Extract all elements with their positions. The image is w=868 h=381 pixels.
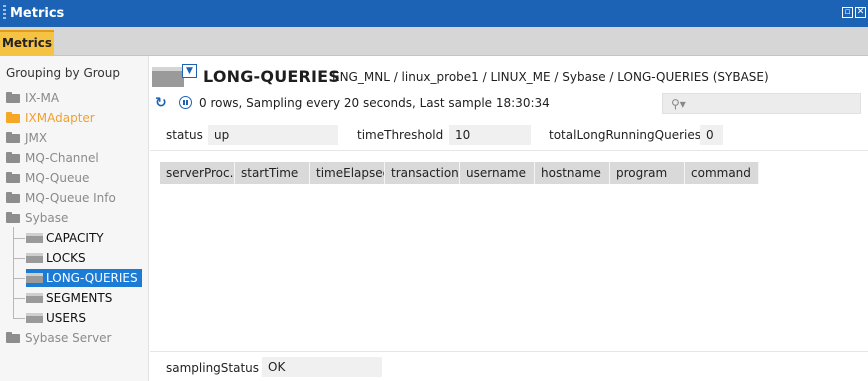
- tree-connector: [13, 258, 25, 259]
- sidebar-item-label: SEGMENTS: [46, 291, 113, 305]
- folder-icon: [6, 152, 20, 163]
- restore-icon[interactable]: ▫: [842, 7, 853, 18]
- sidebar-item-sybase-server[interactable]: Sybase Server: [6, 329, 112, 347]
- sidebar-item-label: USERS: [46, 311, 86, 325]
- sampling-status-line: 0 rows, Sampling every 20 seconds, Last …: [199, 96, 550, 110]
- divider: [150, 351, 868, 352]
- tree-connector: [13, 318, 25, 319]
- filter-icon[interactable]: ▼: [182, 64, 197, 78]
- sidebar-item-label: IX-MA: [25, 91, 60, 105]
- total-long-running-queries-value: 0: [700, 125, 723, 145]
- pause-icon[interactable]: [179, 96, 192, 109]
- search-input[interactable]: ⚲▾: [662, 93, 861, 114]
- divider: [150, 150, 868, 151]
- folder-icon: [6, 132, 20, 143]
- folder-icon: [6, 212, 20, 223]
- tree-connector: [13, 238, 25, 239]
- sidebar-item-locks[interactable]: LOCKS: [26, 249, 86, 267]
- folder-icon: [6, 332, 20, 343]
- tree-connector: [13, 278, 25, 279]
- sidebar-heading: Grouping by Group: [6, 66, 120, 80]
- sidebar-item-label: JMX: [25, 131, 48, 145]
- sidebar-item-capacity[interactable]: CAPACITY: [26, 229, 104, 247]
- sidebar-item-ix-ma[interactable]: IX-MA: [6, 89, 59, 107]
- window-title: Metrics: [10, 6, 65, 21]
- folder-icon: [6, 92, 20, 103]
- sidebar-item-label: MQ-Queue: [25, 171, 90, 185]
- breadcrumb: ENG_MNL / linux_probe1 / LINUX_ME / Syba…: [332, 70, 769, 84]
- metric-icon: [26, 273, 43, 283]
- tab-metrics[interactable]: Metrics: [0, 30, 54, 55]
- folder-icon: [6, 172, 20, 183]
- sidebar-item-ixmadapter[interactable]: IXMAdapter: [6, 109, 95, 127]
- metric-icon: [152, 67, 184, 87]
- time-threshold-value: 10: [449, 125, 531, 145]
- tree-connector: [13, 227, 14, 319]
- sidebar-item-segments[interactable]: SEGMENTS: [26, 289, 112, 307]
- folder-icon: [6, 112, 20, 123]
- sidebar-item-label: IXMAdapter: [25, 111, 95, 125]
- metric-icon: [26, 253, 43, 263]
- sidebar-item-label: LOCKS: [46, 251, 86, 265]
- metric-icon: [26, 233, 43, 243]
- status-value: up: [208, 125, 338, 145]
- sidebar-item-label: Sybase: [25, 211, 69, 225]
- column-header-program[interactable]: program: [610, 162, 685, 184]
- search-icon: ⚲▾: [671, 97, 686, 111]
- folder-icon: [6, 192, 20, 203]
- column-header-starttime[interactable]: startTime: [235, 162, 310, 184]
- metric-icon: [26, 293, 43, 303]
- sidebar-item-users[interactable]: USERS: [26, 309, 86, 327]
- sidebar-item-long-queries[interactable]: LONG-QUERIES: [26, 269, 142, 287]
- column-header-username[interactable]: username: [460, 162, 535, 184]
- drag-grip-icon[interactable]: [3, 5, 6, 21]
- sidebar-item-mq-channel[interactable]: MQ-Channel: [6, 149, 99, 167]
- sidebar-item-label: LONG-QUERIES: [46, 271, 138, 285]
- window-titlebar: Metrics ▫ ✕: [0, 0, 868, 27]
- sampling-status-value: OK: [262, 357, 382, 377]
- total-long-running-queries-label: totalLongRunningQueries: [549, 128, 701, 142]
- column-header-transaction[interactable]: transaction: [385, 162, 460, 184]
- refresh-icon[interactable]: ↻: [155, 95, 167, 111]
- page-title: LONG-QUERIES: [203, 67, 341, 86]
- sidebar-item-label: MQ-Channel: [25, 151, 99, 165]
- sidebar-item-mq-queue-info[interactable]: MQ-Queue Info: [6, 189, 116, 207]
- status-label: status: [166, 128, 203, 142]
- sampling-status-label: samplingStatus: [166, 361, 260, 375]
- sidebar-item-sybase[interactable]: Sybase: [6, 209, 68, 227]
- tree-connector: [13, 298, 25, 299]
- sidebar-item-label: Sybase Server: [25, 331, 112, 345]
- column-header-serverproc[interactable]: serverProc...: [160, 162, 235, 184]
- tab-bar: Metrics: [0, 27, 868, 56]
- sidebar-item-jmx[interactable]: JMX: [6, 129, 47, 147]
- close-icon[interactable]: ✕: [855, 7, 866, 18]
- column-header-command[interactable]: command: [685, 162, 759, 184]
- sidebar-item-mq-queue[interactable]: MQ-Queue: [6, 169, 89, 187]
- time-threshold-label: timeThreshold: [357, 128, 444, 142]
- sidebar-item-label: MQ-Queue Info: [25, 191, 116, 205]
- metric-icon: [26, 313, 43, 323]
- column-header-timeelapsed[interactable]: timeElapsed: [310, 162, 385, 184]
- sidebar-item-label: CAPACITY: [46, 231, 104, 245]
- column-header-hostname[interactable]: hostname: [535, 162, 610, 184]
